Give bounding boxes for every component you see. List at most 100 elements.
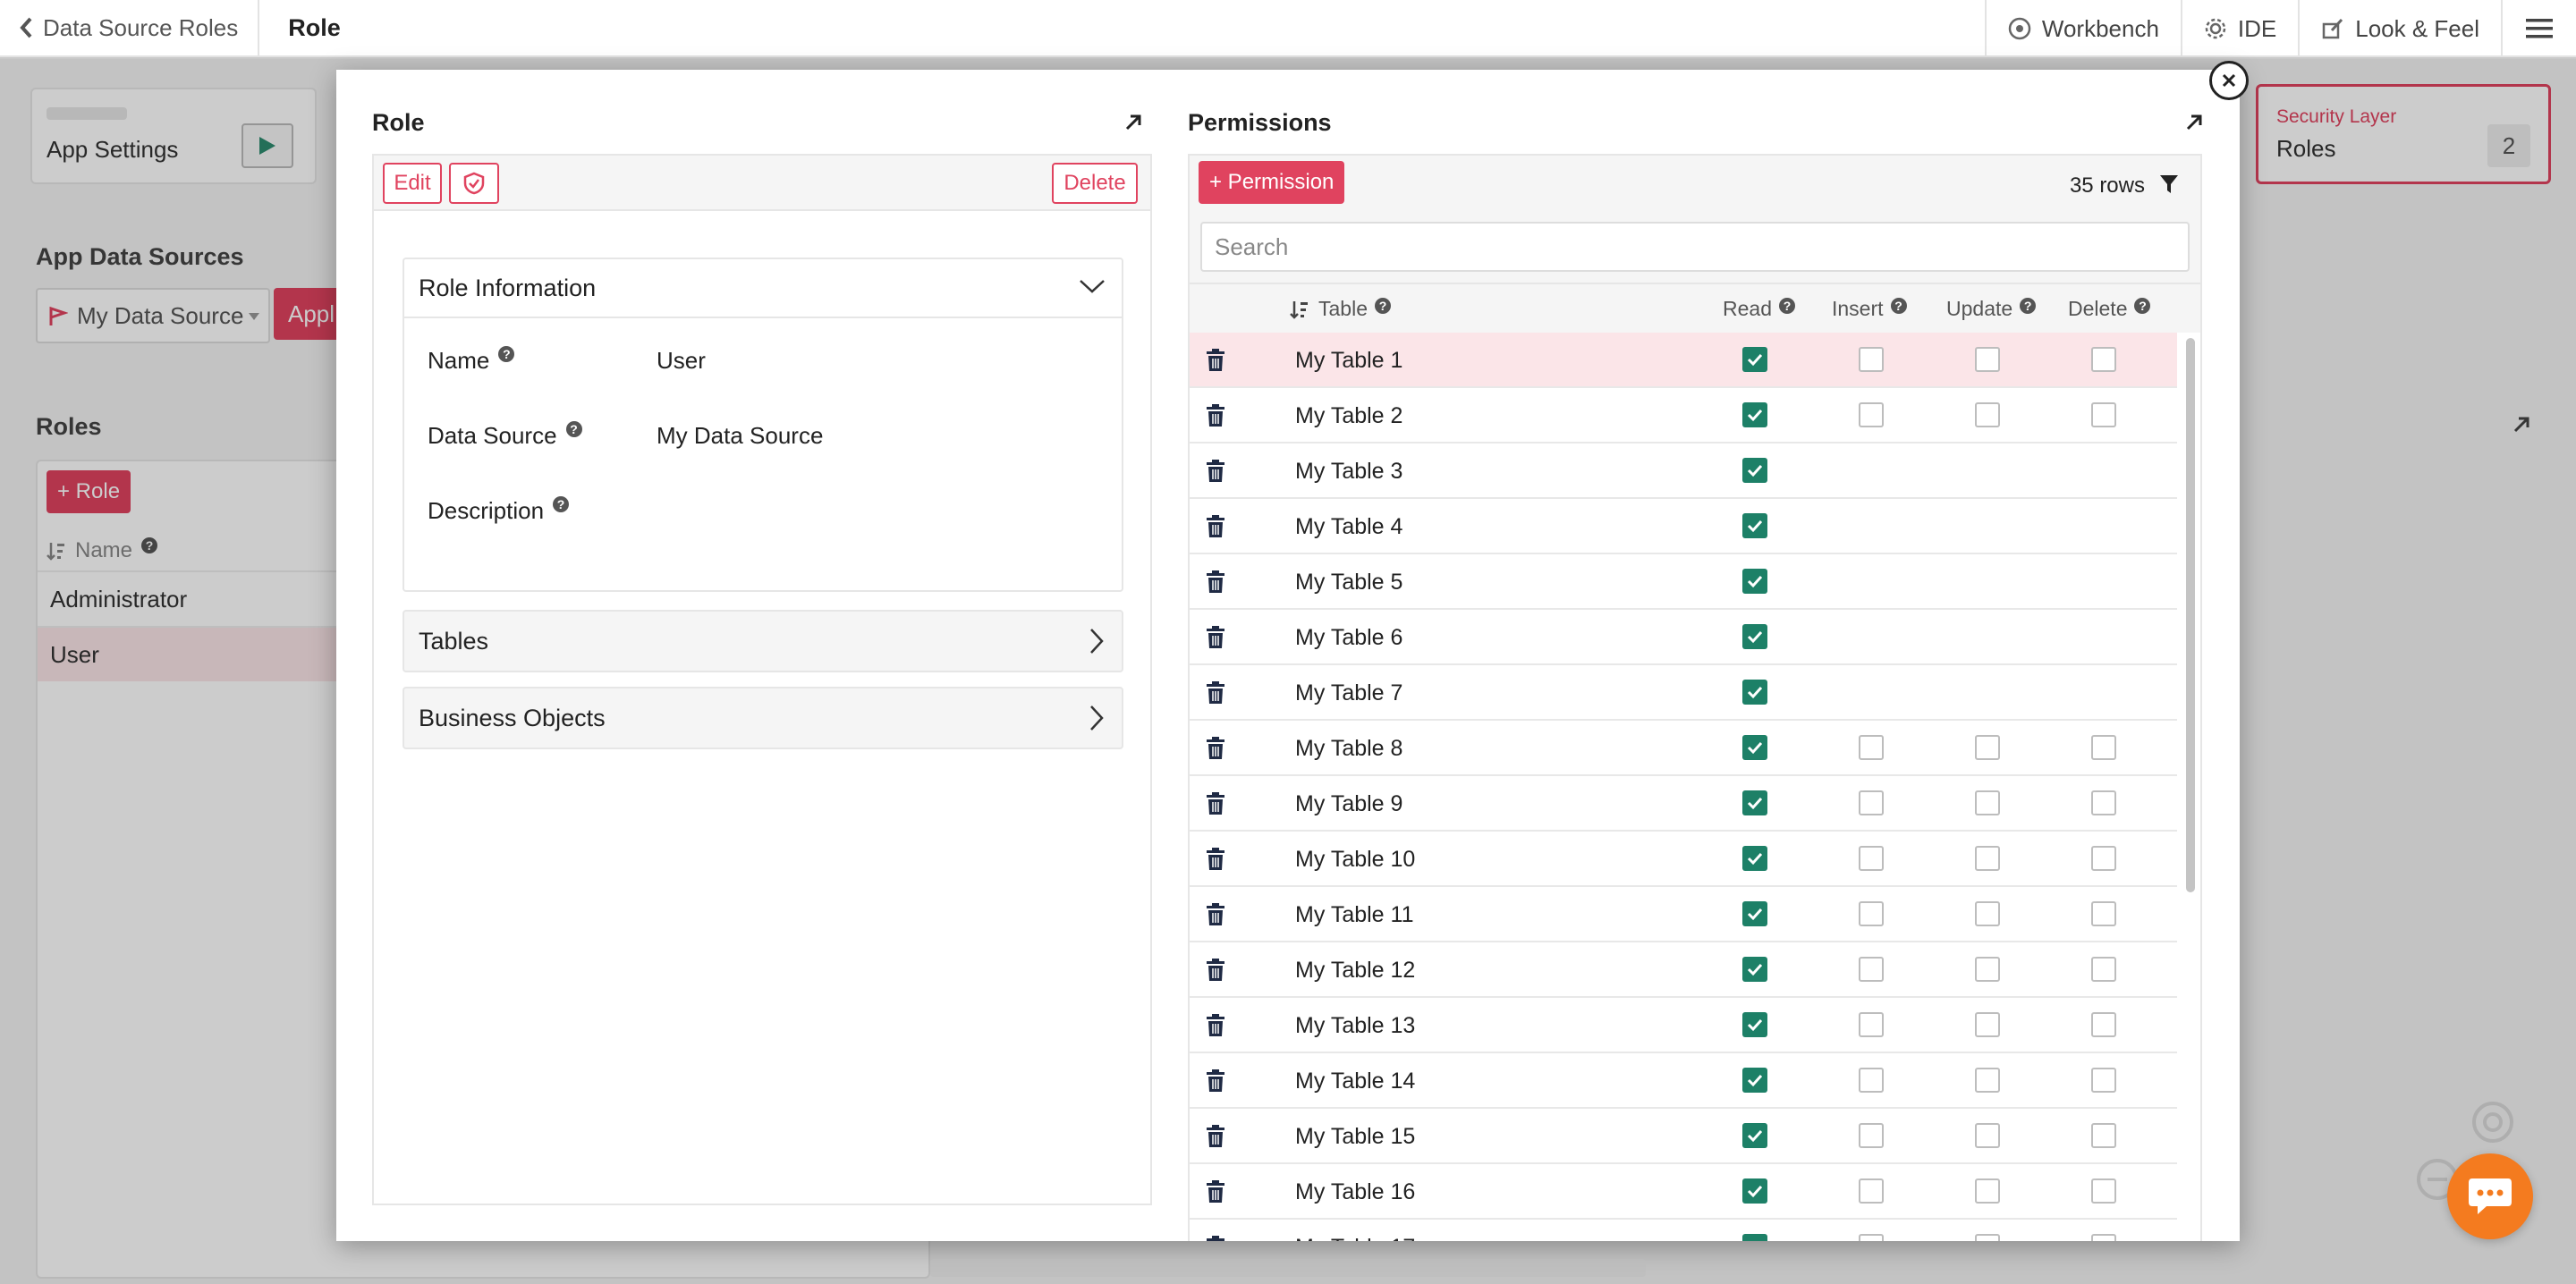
back-link[interactable]: Data Source Roles	[0, 0, 260, 56]
insert-checkbox[interactable]	[1859, 735, 1884, 760]
delete-checkbox[interactable]	[2091, 402, 2116, 427]
read-checkbox[interactable]	[1742, 458, 1767, 483]
insert-checkbox[interactable]	[1859, 347, 1884, 372]
table-row[interactable]: My Table 12	[1190, 942, 2177, 998]
insert-checkbox[interactable]	[1859, 402, 1884, 427]
table-row[interactable]: My Table 5	[1190, 554, 2177, 610]
delete-checkbox[interactable]	[2091, 347, 2116, 372]
permissions-scrollbar[interactable]	[2184, 333, 2197, 1241]
trash-icon[interactable]	[1206, 1180, 1225, 1204]
table-row[interactable]: My Table 16	[1190, 1164, 2177, 1220]
trash-icon[interactable]	[1206, 1014, 1225, 1037]
search-input[interactable]	[1200, 222, 2190, 272]
edit-button[interactable]: Edit	[383, 163, 442, 204]
trash-icon[interactable]	[1206, 737, 1225, 760]
read-checkbox[interactable]	[1742, 1012, 1767, 1037]
table-row[interactable]: My Table 3	[1190, 443, 2177, 499]
add-permission-button[interactable]: + Permission	[1199, 161, 1345, 204]
column-table[interactable]: Table ?	[1290, 297, 1391, 321]
delete-checkbox[interactable]	[2091, 1178, 2116, 1204]
chat-button[interactable]	[2447, 1153, 2533, 1239]
update-checkbox[interactable]	[1975, 957, 2000, 982]
update-checkbox[interactable]	[1975, 1068, 2000, 1093]
table-row[interactable]: My Table 14	[1190, 1053, 2177, 1109]
column-insert[interactable]: Insert ?	[1832, 297, 1907, 321]
table-row[interactable]: My Table 13	[1190, 998, 2177, 1053]
insert-checkbox[interactable]	[1859, 1123, 1884, 1148]
table-row[interactable]: My Table 7	[1190, 665, 2177, 721]
trash-icon[interactable]	[1206, 570, 1225, 594]
insert-checkbox[interactable]	[1859, 957, 1884, 982]
read-checkbox[interactable]	[1742, 402, 1767, 427]
business-objects-header[interactable]: Business Objects	[404, 688, 1122, 748]
trash-icon[interactable]	[1206, 959, 1225, 982]
insert-checkbox[interactable]	[1859, 1234, 1884, 1241]
update-checkbox[interactable]	[1975, 1234, 2000, 1241]
permissions-expand-icon[interactable]	[2184, 113, 2204, 132]
scrollbar-thumb[interactable]	[2186, 338, 2195, 892]
tables-header[interactable]: Tables	[404, 612, 1122, 671]
update-checkbox[interactable]	[1975, 846, 2000, 871]
tables-section[interactable]: Tables	[402, 610, 1123, 672]
read-checkbox[interactable]	[1742, 1178, 1767, 1204]
delete-button[interactable]: Delete	[1052, 163, 1138, 204]
trash-icon[interactable]	[1206, 792, 1225, 815]
table-row[interactable]: My Table 15	[1190, 1109, 2177, 1164]
read-checkbox[interactable]	[1742, 901, 1767, 926]
trash-icon[interactable]	[1206, 1236, 1225, 1241]
update-checkbox[interactable]	[1975, 735, 2000, 760]
table-row[interactable]: My Table 10	[1190, 832, 2177, 887]
insert-checkbox[interactable]	[1859, 1178, 1884, 1204]
trash-icon[interactable]	[1206, 681, 1225, 705]
nav-ide[interactable]: IDE	[2180, 0, 2298, 57]
update-checkbox[interactable]	[1975, 790, 2000, 815]
trash-icon[interactable]	[1206, 848, 1225, 871]
insert-checkbox[interactable]	[1859, 1068, 1884, 1093]
read-checkbox[interactable]	[1742, 735, 1767, 760]
read-checkbox[interactable]	[1742, 957, 1767, 982]
table-row[interactable]: My Table 8	[1190, 721, 2177, 776]
role-information-header[interactable]: Role Information	[404, 259, 1122, 318]
trash-icon[interactable]	[1206, 1125, 1225, 1148]
delete-checkbox[interactable]	[2091, 1012, 2116, 1037]
read-checkbox[interactable]	[1742, 624, 1767, 649]
update-checkbox[interactable]	[1975, 1012, 2000, 1037]
column-delete[interactable]: Delete ?	[2068, 297, 2151, 321]
table-row[interactable]: My Table 9	[1190, 776, 2177, 832]
table-row[interactable]: My Table 2	[1190, 388, 2177, 443]
close-modal-button[interactable]	[2209, 61, 2249, 100]
nav-workbench[interactable]: Workbench	[1984, 0, 2181, 57]
update-checkbox[interactable]	[1975, 1123, 2000, 1148]
business-objects-section[interactable]: Business Objects	[402, 687, 1123, 749]
trash-icon[interactable]	[1206, 349, 1225, 372]
table-row[interactable]: My Table 1	[1190, 333, 2177, 388]
delete-checkbox[interactable]	[2091, 901, 2116, 926]
update-checkbox[interactable]	[1975, 402, 2000, 427]
update-checkbox[interactable]	[1975, 901, 2000, 926]
delete-checkbox[interactable]	[2091, 1123, 2116, 1148]
delete-checkbox[interactable]	[2091, 790, 2116, 815]
delete-checkbox[interactable]	[2091, 735, 2116, 760]
read-checkbox[interactable]	[1742, 1123, 1767, 1148]
update-checkbox[interactable]	[1975, 347, 2000, 372]
main-menu-button[interactable]	[2501, 0, 2576, 57]
insert-checkbox[interactable]	[1859, 901, 1884, 926]
read-checkbox[interactable]	[1742, 846, 1767, 871]
filter-icon[interactable]	[2159, 173, 2179, 195]
table-row[interactable]: My Table 4	[1190, 499, 2177, 554]
table-row[interactable]: My Table 6	[1190, 610, 2177, 665]
read-checkbox[interactable]	[1742, 347, 1767, 372]
trash-icon[interactable]	[1206, 626, 1225, 649]
security-button[interactable]	[449, 163, 499, 204]
read-checkbox[interactable]	[1742, 569, 1767, 594]
read-checkbox[interactable]	[1742, 790, 1767, 815]
delete-checkbox[interactable]	[2091, 1234, 2116, 1241]
trash-icon[interactable]	[1206, 1069, 1225, 1093]
read-checkbox[interactable]	[1742, 680, 1767, 705]
table-row[interactable]: My Table 11	[1190, 887, 2177, 942]
trash-icon[interactable]	[1206, 515, 1225, 538]
trash-icon[interactable]	[1206, 903, 1225, 926]
insert-checkbox[interactable]	[1859, 790, 1884, 815]
insert-checkbox[interactable]	[1859, 846, 1884, 871]
delete-checkbox[interactable]	[2091, 1068, 2116, 1093]
